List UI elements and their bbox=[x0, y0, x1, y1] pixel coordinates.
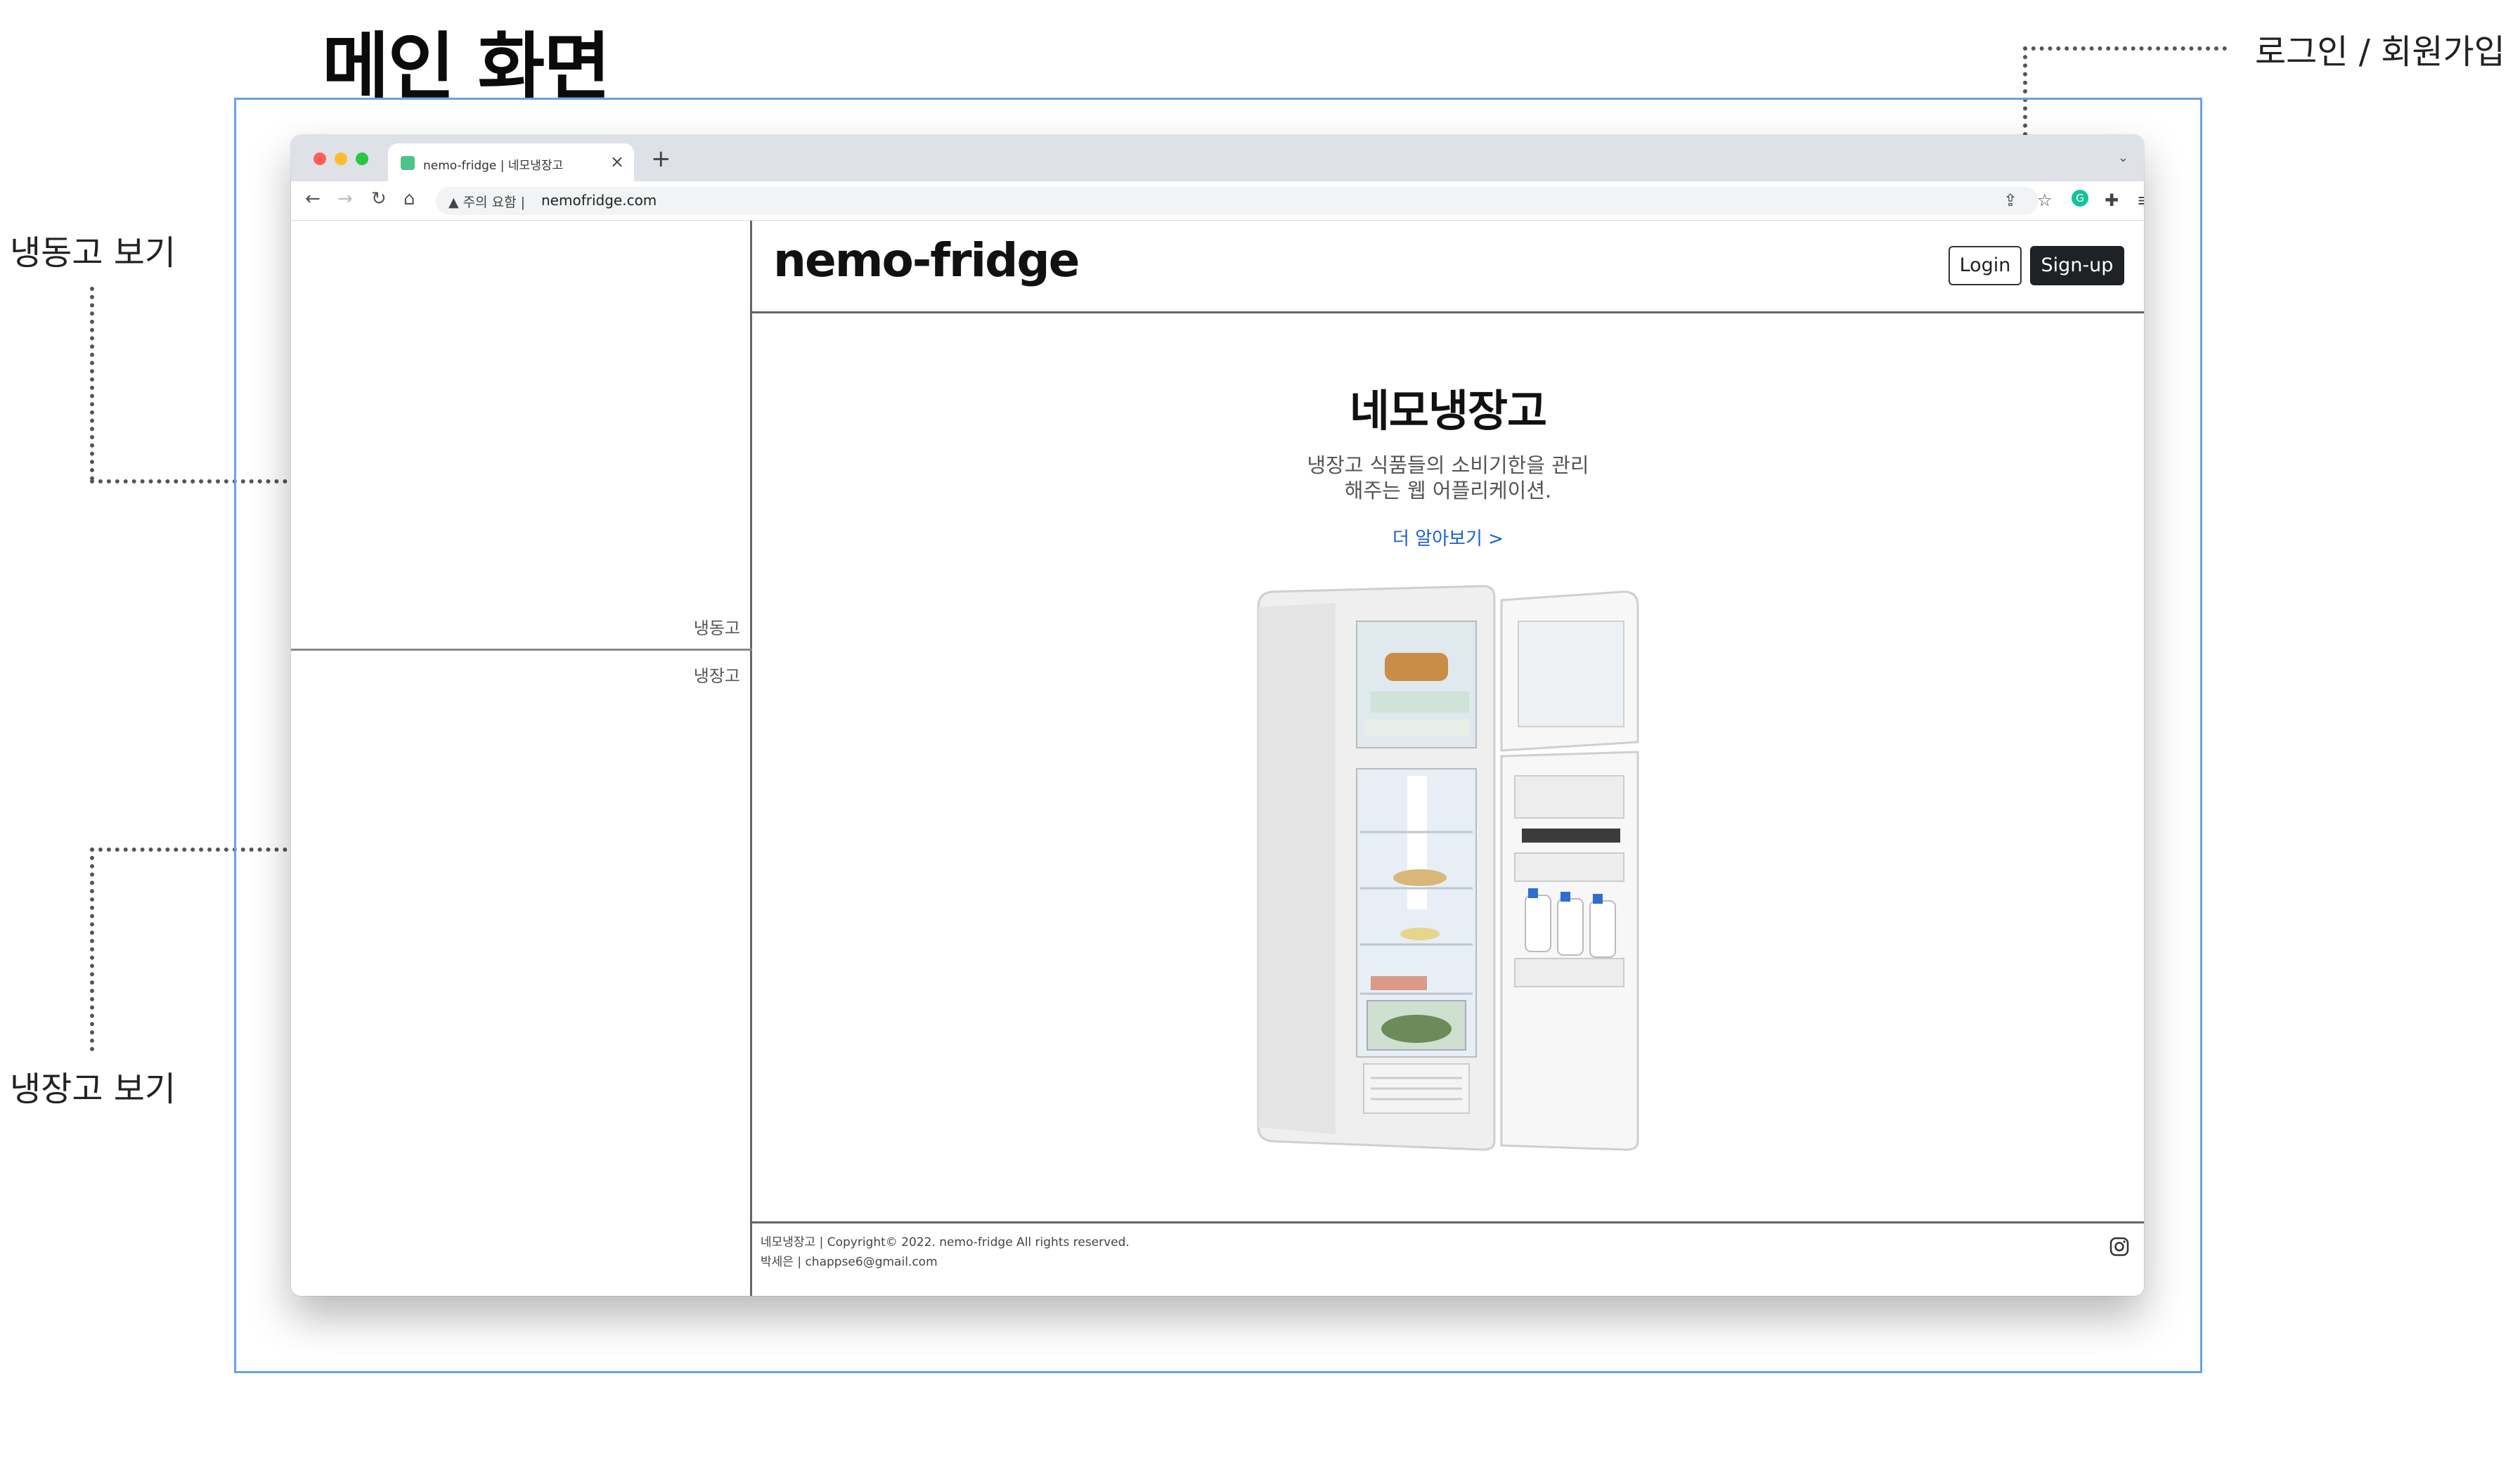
site-logo[interactable]: nemo-fridge bbox=[773, 233, 1080, 287]
learn-more-link[interactable]: 더 알아보기 > bbox=[752, 524, 2144, 550]
storage-sidebar: 냉동고 냉장고 bbox=[291, 221, 752, 1296]
share-icon[interactable]: ⇪ bbox=[2003, 190, 2017, 210]
instagram-icon[interactable] bbox=[2109, 1236, 2130, 1260]
freezer-view-note: 냉동고 보기 bbox=[10, 233, 176, 273]
site-header: nemo-fridge Login Sign-up bbox=[752, 221, 2144, 313]
forward-icon[interactable]: → bbox=[337, 188, 353, 209]
star-icon[interactable]: ☆ bbox=[2037, 190, 2053, 210]
minimize-window-button[interactable] bbox=[335, 152, 347, 165]
reading-list-icon[interactable]: ≡ bbox=[2137, 190, 2144, 210]
fridge-note-connector-v bbox=[90, 848, 94, 1051]
grammarly-icon[interactable]: G bbox=[2071, 189, 2089, 212]
favicon-icon bbox=[401, 156, 415, 170]
new-tab-button[interactable]: + bbox=[651, 145, 671, 173]
svg-text:G: G bbox=[2076, 192, 2084, 204]
extensions-icon[interactable]: ✚ bbox=[2105, 190, 2119, 210]
footer-contact: 박세은 | chappse6@gmail.com bbox=[761, 1255, 938, 1269]
site-viewport: 냉동고 냉장고 nemo-fridge Login Sign-up 네모냉장고 … bbox=[291, 221, 2144, 1296]
tab-title: nemo-fridge | 네모냉장고 bbox=[423, 159, 564, 173]
maximize-window-button[interactable] bbox=[356, 152, 368, 165]
security-warning[interactable]: ▲ 주의 요함 | bbox=[448, 192, 525, 211]
fridge-label[interactable]: 냉장고 bbox=[694, 662, 740, 687]
security-warning-text: 주의 요함 bbox=[463, 195, 517, 210]
back-icon[interactable]: ← bbox=[305, 188, 321, 209]
hero-title: 네모냉장고 bbox=[1349, 385, 1547, 436]
fridge-illustration bbox=[1257, 585, 1639, 1151]
warning-icon: ▲ bbox=[448, 195, 459, 210]
freezer-note-connector-v bbox=[90, 287, 94, 481]
footer-copyright: 네모냉장고 | Copyright© 2022. nemo-fridge All… bbox=[761, 1235, 1130, 1249]
design-page: 메인 화면 로그인 / 회원가입 냉동고 보기 냉장고 보기 nemo-frid… bbox=[0, 0, 2520, 1461]
site-footer: 네모냉장고 | Copyright© 2022. nemo-fridge All… bbox=[752, 1221, 2144, 1296]
freezer-label[interactable]: 냉동고 bbox=[694, 614, 740, 639]
url-text[interactable]: nemofridge.com bbox=[541, 192, 657, 209]
close-window-button[interactable] bbox=[314, 152, 326, 165]
browser-toolbar: ← → ↻ ⌂ ▲ 주의 요함 | nemofridge.com ⇪ ☆ G ✚… bbox=[291, 181, 2144, 221]
tab-bar: nemo-fridge | 네모냉장고 × + ⌄ bbox=[291, 135, 2144, 181]
signup-button[interactable]: Sign-up bbox=[2030, 246, 2124, 285]
browser-tab[interactable]: nemo-fridge | 네모냉장고 × bbox=[388, 143, 634, 181]
freezer-section[interactable]: 냉동고 bbox=[291, 221, 750, 649]
hero-description-line1: 냉장고 식품들의 소비기한을 관리 bbox=[1307, 453, 1589, 477]
login-signup-note: 로그인 / 회원가입 bbox=[2255, 32, 2505, 72]
login-button[interactable]: Login bbox=[1949, 246, 2022, 285]
main-content: nemo-fridge Login Sign-up 네모냉장고 냉장고 식품들의… bbox=[752, 221, 2144, 1296]
browser-window: nemo-fridge | 네모냉장고 × + ⌄ ← → ↻ ⌂ ▲ 주의 요… bbox=[291, 135, 2144, 1296]
reload-icon[interactable]: ↻ bbox=[371, 188, 387, 209]
address-bar[interactable]: ▲ 주의 요함 | nemofridge.com bbox=[436, 187, 2038, 215]
tab-close-icon[interactable]: × bbox=[610, 152, 624, 171]
fridge-view-note: 냉장고 보기 bbox=[10, 1070, 176, 1109]
hero-description-line2: 해주는 웹 어플리케이션. bbox=[1344, 479, 1552, 502]
login-note-connector-h bbox=[2023, 46, 2227, 51]
fridge-image bbox=[1244, 579, 1652, 1158]
home-icon[interactable]: ⌂ bbox=[403, 188, 415, 209]
fridge-section[interactable]: 냉장고 bbox=[291, 651, 750, 1296]
hero-description: 냉장고 식품들의 소비기한을 관리 해주는 웹 어플리케이션. bbox=[752, 453, 2144, 503]
tab-search-chevron-icon[interactable]: ⌄ bbox=[2118, 150, 2128, 165]
